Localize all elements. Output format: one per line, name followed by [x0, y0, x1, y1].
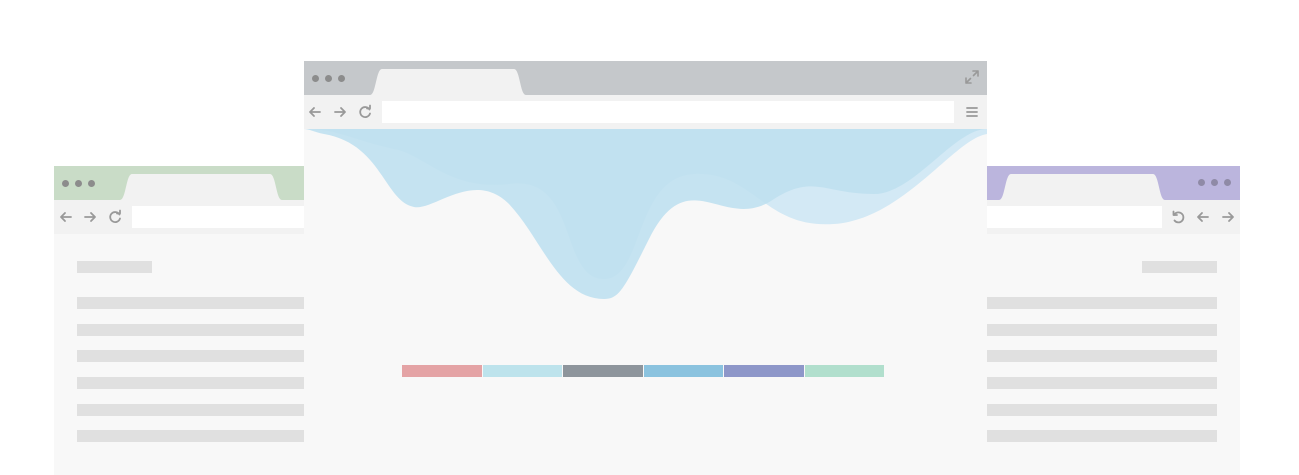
palette-swatch[interactable] [724, 365, 804, 377]
palette-swatch[interactable] [482, 365, 562, 377]
palette-swatch[interactable] [804, 365, 884, 377]
left-toolbar [54, 200, 304, 234]
left-address-bar[interactable] [132, 206, 304, 228]
window-dot [88, 180, 95, 187]
skeleton-line [987, 377, 1217, 389]
back-arrow-icon[interactable] [307, 104, 323, 120]
undo-icon[interactable] [1170, 209, 1186, 225]
expand-icon[interactable] [964, 69, 980, 85]
window-dot [1211, 179, 1218, 186]
forward-arrow-icon[interactable] [1220, 209, 1236, 225]
center-browser-tab[interactable] [370, 69, 538, 95]
window-dot [75, 180, 82, 187]
left-browser-window [54, 166, 304, 475]
right-toolbar [987, 200, 1240, 234]
skeleton-heading [77, 261, 152, 273]
center-title-bar [304, 61, 987, 95]
skeleton-line [77, 350, 304, 362]
back-arrow-icon[interactable] [58, 209, 74, 225]
skeleton-line [987, 430, 1217, 442]
window-dot [1198, 179, 1205, 186]
back-arrow-icon[interactable] [1195, 209, 1211, 225]
palette-swatch[interactable] [563, 365, 643, 377]
skeleton-line [987, 324, 1217, 336]
hamburger-menu-icon[interactable] [964, 104, 980, 120]
center-address-bar[interactable] [382, 101, 954, 123]
forward-arrow-icon[interactable] [332, 104, 348, 120]
right-browser-tab[interactable] [999, 174, 1177, 200]
skeleton-line [77, 324, 304, 336]
right-title-bar [987, 166, 1240, 200]
skeleton-line [987, 350, 1217, 362]
skeleton-line [987, 404, 1217, 416]
left-title-bar [54, 166, 304, 200]
reload-icon[interactable] [107, 209, 123, 225]
window-dot [325, 75, 332, 82]
skeleton-line [987, 297, 1217, 309]
wave-graphic [304, 129, 987, 299]
skeleton-line [77, 430, 304, 442]
skeleton-line [77, 297, 304, 309]
skeleton-line [77, 404, 304, 416]
color-palette [402, 365, 884, 377]
forward-arrow-icon[interactable] [82, 209, 98, 225]
skeleton-heading [1142, 261, 1217, 273]
palette-swatch[interactable] [643, 365, 723, 377]
skeleton-line [77, 377, 304, 389]
center-browser-window [304, 61, 987, 475]
window-dot [1224, 179, 1231, 186]
center-toolbar [304, 95, 987, 129]
window-dot [62, 180, 69, 187]
right-address-bar[interactable] [987, 206, 1162, 228]
window-dot [338, 75, 345, 82]
window-dot [312, 75, 319, 82]
left-browser-tab[interactable] [120, 174, 294, 200]
right-browser-window [987, 166, 1240, 475]
browser-illustration [0, 0, 1299, 475]
reload-icon[interactable] [357, 104, 373, 120]
palette-swatch[interactable] [402, 365, 482, 377]
wave-front [304, 129, 987, 299]
